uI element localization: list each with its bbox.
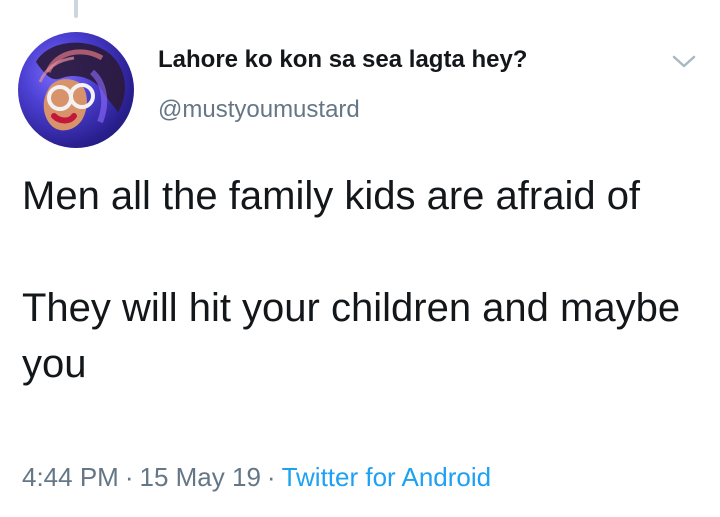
author-handle[interactable]: @mustyoumustard [158,96,360,124]
tweet-text: Men all the family kids are afraid of Th… [22,174,681,386]
separator: · [266,462,276,492]
thread-connector-line [74,0,78,18]
tweet-menu-button[interactable] [668,50,700,74]
tweet-date[interactable]: 15 May 19 [140,462,261,492]
tweet-metadata: 4:44 PM · 15 May 19 · Twitter for Android [22,462,491,493]
avatar[interactable] [18,32,134,148]
tweet-time[interactable]: 4:44 PM [22,462,119,492]
author-display-name[interactable]: Lahore ko kon sa sea lagta hey? [158,46,527,74]
avatar-illustration-icon [36,42,125,131]
separator: · [124,462,134,492]
tweet-source-link[interactable]: Twitter for Android [282,462,492,492]
chevron-down-icon [672,55,696,68]
